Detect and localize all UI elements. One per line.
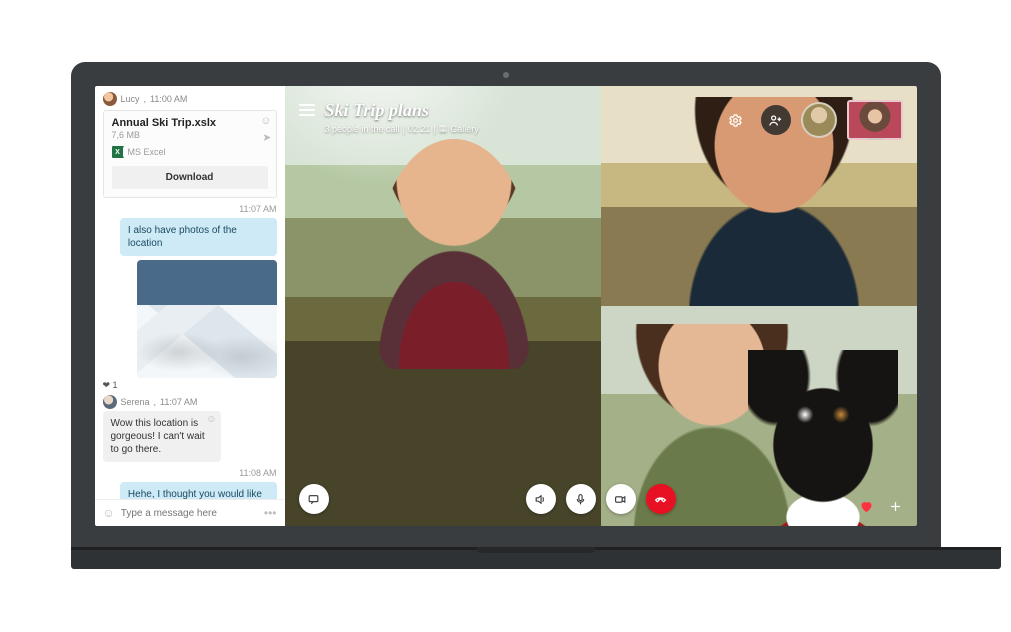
snapshot-icon[interactable] [830, 499, 845, 514]
more-icon[interactable]: ••• [264, 506, 277, 520]
self-view-pip[interactable] [847, 100, 903, 140]
timestamp: 11:07 AM [103, 204, 277, 214]
file-title: Annual Ski Trip.xslx [112, 117, 268, 129]
outgoing-message[interactable]: Hehe, I thought you would like it. [120, 482, 277, 499]
timestamp: 11:08 AM [103, 468, 277, 478]
message-header-lucy: Lucy, 11:00 AM [103, 92, 277, 106]
call-people-count: 3 people in the call [325, 124, 400, 134]
call-controls [526, 484, 676, 514]
video-icon[interactable] [606, 484, 636, 514]
call-header: Ski Trip plans 3 people in the call | 02… [299, 100, 903, 140]
avatar-lucy [103, 92, 117, 106]
hangup-icon[interactable] [646, 484, 676, 514]
download-button[interactable]: Download [112, 166, 268, 189]
reaction-count[interactable]: ❤ 1 [103, 380, 277, 391]
file-type-row: X MS Excel [112, 146, 268, 158]
chat-panel: Lucy, 11:00 AM ☺ ➤ Annual Ski Trip.xslx … [95, 86, 285, 526]
participant-thumb[interactable] [801, 102, 837, 138]
sender-time: 11:00 AM [150, 94, 187, 104]
excel-icon: X [112, 146, 124, 158]
reaction-heart-icon[interactable] [859, 499, 874, 514]
grid-icon: ▦ [439, 123, 448, 134]
add-icon[interactable] [888, 499, 903, 514]
microphone-icon[interactable] [566, 484, 596, 514]
video-call-panel: Ski Trip plans 3 people in the call | 02… [285, 86, 917, 526]
screen-bezel: Lucy, 11:00 AM ☺ ➤ Annual Ski Trip.xslx … [71, 62, 941, 548]
photo-attachment[interactable] [137, 260, 277, 378]
webcam-dot [503, 72, 509, 78]
sender-name: Serena [121, 397, 150, 407]
outgoing-message[interactable]: I also have photos of the location [120, 218, 277, 256]
app-screen: Lucy, 11:00 AM ☺ ➤ Annual Ski Trip.xslx … [95, 86, 917, 526]
emoji-icon[interactable]: ☺ [103, 506, 115, 520]
add-participant-icon[interactable] [761, 105, 791, 135]
chat-toggle-area [299, 484, 329, 514]
participant-video-1 [285, 86, 601, 526]
message-header-serena: Serena, 11:07 AM [103, 395, 277, 409]
message-input[interactable] [121, 508, 258, 519]
incoming-message-text: Wow this location is gorgeous! I can't w… [111, 418, 205, 455]
laptop-frame: Lucy, 11:00 AM ☺ ➤ Annual Ski Trip.xslx … [71, 62, 941, 570]
view-mode-label[interactable]: Gallery [450, 124, 479, 134]
call-duration: 02:21 [408, 124, 431, 134]
call-title: Ski Trip plans [325, 100, 479, 121]
file-type-label: MS Excel [128, 147, 166, 157]
react-icon[interactable]: ☺ [260, 115, 271, 127]
video-tile-main[interactable] [285, 86, 601, 526]
share-screen-icon[interactable] [801, 499, 816, 514]
call-right-controls [801, 499, 903, 514]
menu-icon[interactable] [299, 104, 315, 116]
forward-icon[interactable]: ➤ [262, 131, 271, 144]
file-attachment-card[interactable]: ☺ ➤ Annual Ski Trip.xslx 7,6 MB X MS Exc… [103, 110, 277, 198]
settings-icon[interactable] [721, 105, 751, 135]
chat-scroll[interactable]: Lucy, 11:00 AM ☺ ➤ Annual Ski Trip.xslx … [95, 86, 285, 499]
chat-toggle-icon[interactable] [299, 484, 329, 514]
speaker-icon[interactable] [526, 484, 556, 514]
laptop-base [71, 547, 1001, 569]
call-subtitle: 3 people in the call | 02:21 | ▦ Gallery [325, 123, 479, 134]
incoming-message[interactable]: ☺ Wow this location is gorgeous! I can't… [103, 411, 221, 462]
react-icon[interactable]: ☺ [206, 413, 216, 426]
message-composer: ☺ ••• [95, 499, 285, 526]
file-size: 7,6 MB [112, 130, 268, 140]
sender-name: Lucy [121, 94, 140, 104]
sender-time: 11:07 AM [160, 397, 197, 407]
avatar-serena [103, 395, 117, 409]
